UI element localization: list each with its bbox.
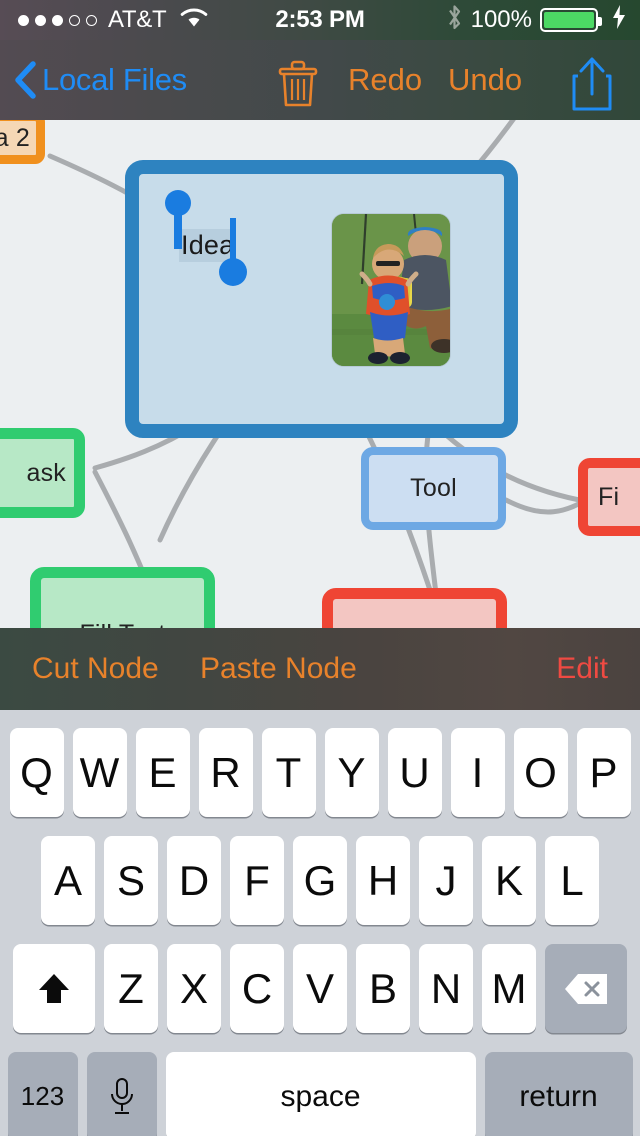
mindmap-node-label: Fill Text [79,620,165,628]
key-d[interactable]: D [167,836,221,925]
paste-node-button[interactable]: Paste Node [200,628,357,710]
undo-button[interactable]: Undo [448,40,522,120]
back-button[interactable]: Local Files [14,40,187,120]
mindmap-canvas[interactable]: ea 2 Idea [0,120,640,628]
key-u[interactable]: U [387,728,442,817]
mindmap-node-red-bottom[interactable] [322,588,507,628]
selection-handle-end[interactable] [219,218,247,286]
key-g[interactable]: G [293,836,347,925]
node-photo-thumbnail[interactable] [332,214,450,366]
shift-up-arrow-icon[interactable] [13,944,95,1033]
mindmap-node-tool[interactable]: Tool [361,447,506,530]
microphone-icon[interactable] [86,1052,157,1136]
return-key[interactable]: return [484,1052,633,1136]
key-z[interactable]: Z [104,944,158,1033]
mindmap-node-label: Tool [410,474,457,502]
backspace-delete-icon[interactable] [545,944,627,1033]
onscreen-keyboard[interactable]: Q W E R T Y U I O P A S D F G H J K L Z [0,710,640,1136]
key-a[interactable]: A [41,836,95,925]
share-upload-icon[interactable] [568,56,616,112]
battery-percent-label: 100% [470,6,532,33]
key-w[interactable]: W [72,728,127,817]
trash-icon[interactable] [272,60,324,108]
keyboard-accessory-bar: Cut Node Paste Node Edit [0,628,640,710]
redo-button-label: Redo [348,62,423,97]
bluetooth-icon [446,4,463,36]
selection-handle-start[interactable] [165,190,191,249]
key-j[interactable]: J [419,836,473,925]
mindmap-node-label: ea 2 [0,123,30,152]
status-bar: AT&T 2:53 PM 100% [0,0,640,40]
key-y[interactable]: Y [324,728,379,817]
key-c[interactable]: C [230,944,284,1033]
lightning-bolt-icon [612,5,626,35]
node-text-selection[interactable]: Idea [179,229,237,262]
redo-button[interactable]: Redo [348,40,422,120]
edit-button[interactable]: Edit [556,628,608,710]
key-q[interactable]: Q [9,728,64,817]
key-e[interactable]: E [135,728,190,817]
key-f[interactable]: F [230,836,284,925]
key-s[interactable]: S [104,836,158,925]
status-bar-right: 100% [446,0,626,40]
key-n[interactable]: N [419,944,473,1033]
mindmap-node-fi[interactable]: Fi [578,458,640,536]
key-k[interactable]: K [482,836,536,925]
key-r[interactable]: R [198,728,253,817]
key-x[interactable]: X [167,944,221,1033]
key-h[interactable]: H [356,836,410,925]
paste-node-label: Paste Node [200,652,357,685]
key-o[interactable]: O [513,728,568,817]
keyboard-row-4: 123 space return [0,1052,640,1136]
mindmap-node-label: ask [26,458,66,487]
keyboard-row-2: A S D F G H J K L [0,836,640,925]
mindmap-node-selected[interactable]: Idea [125,160,518,438]
mindmap-node-fill-text[interactable]: Fill Text [30,567,215,628]
mindmap-node-idea2[interactable]: ea 2 [0,120,45,164]
keyboard-row-3: Z X C V B N M [0,944,640,1033]
clock-label: 2:53 PM [275,6,365,33]
edit-button-label: Edit [556,652,608,685]
mindmap-node-task[interactable]: ask [0,428,85,518]
chevron-left-icon [14,61,38,99]
numeric-keyboard-button[interactable]: 123 [7,1052,78,1136]
key-b[interactable]: B [356,944,410,1033]
key-v[interactable]: V [293,944,347,1033]
app-screen: AT&T 2:53 PM 100% Local Files Redo Undo … [0,0,640,1136]
keyboard-row-1: Q W E R T Y U I O P [0,728,640,817]
battery-icon [540,8,602,32]
key-m[interactable]: M [482,944,536,1033]
back-button-label: Local Files [42,62,187,97]
cut-node-button[interactable]: Cut Node [32,628,159,710]
undo-button-label: Undo [448,62,523,97]
key-t[interactable]: T [261,728,316,817]
key-i[interactable]: I [450,728,505,817]
navigation-bar: Local Files Redo Undo [0,40,640,120]
key-l[interactable]: L [545,836,599,925]
key-p[interactable]: P [576,728,631,817]
cut-node-label: Cut Node [32,652,159,685]
mindmap-node-label: Fi [598,482,620,511]
space-key[interactable]: space [165,1052,476,1136]
